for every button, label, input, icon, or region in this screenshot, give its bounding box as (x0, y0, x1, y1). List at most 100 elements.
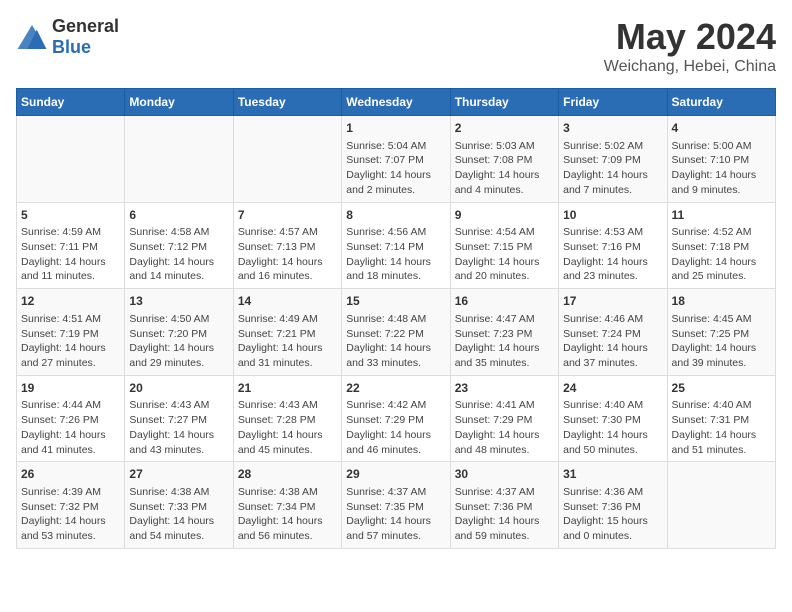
calendar-cell (667, 462, 775, 549)
calendar-cell: 2 Sunrise: 5:03 AMSunset: 7:08 PMDaylight… (450, 116, 558, 203)
header-thursday: Thursday (450, 89, 558, 116)
calendar-cell: 15Sunrise: 4:48 AMSunset: 7:22 PMDayligh… (342, 289, 450, 376)
calendar-cell: 22Sunrise: 4:42 AMSunset: 7:29 PMDayligh… (342, 375, 450, 462)
day-number: 31 (563, 466, 662, 483)
day-info: Sunrise: 4:41 AMSunset: 7:29 PMDaylight:… (455, 398, 554, 457)
day-info: Sunrise: 4:40 AMSunset: 7:30 PMDaylight:… (563, 398, 662, 457)
day-info: Sunrise: 4:43 AMSunset: 7:27 PMDaylight:… (129, 398, 228, 457)
calendar-cell: 23Sunrise: 4:41 AMSunset: 7:29 PMDayligh… (450, 375, 558, 462)
calendar-cell: 7Sunrise: 4:57 AMSunset: 7:13 PMDaylight… (233, 202, 341, 289)
logo-text: General Blue (52, 16, 119, 58)
day-number: 13 (129, 293, 228, 310)
day-number: 16 (455, 293, 554, 310)
day-number: 4 (672, 120, 771, 137)
subtitle: Weichang, Hebei, China (604, 58, 776, 76)
calendar-cell: 29 Sunrise: 4:37 AMSunset: 7:35 PMDayligh… (342, 462, 450, 549)
calendar-cell: 30 Sunrise: 4:37 AMSunset: 7:36 PMDayligh… (450, 462, 558, 549)
logo-blue: Blue (52, 37, 91, 57)
day-number: 2 (455, 120, 554, 137)
day-number: 8 (346, 207, 445, 224)
day-number: 23 (455, 380, 554, 397)
day-info: Sunrise: 4:37 AMSunset: 7:35 PMDaylight:… (346, 485, 445, 544)
calendar-header: SundayMondayTuesdayWednesdayThursdayFrid… (17, 89, 776, 116)
calendar-cell: 26Sunrise: 4:39 AMSunset: 7:32 PMDayligh… (17, 462, 125, 549)
day-info: Sunrise: 4:40 AMSunset: 7:31 PMDaylight:… (672, 398, 771, 457)
day-number: 20 (129, 380, 228, 397)
day-info: Sunrise: 4:43 AMSunset: 7:28 PMDaylight:… (238, 398, 337, 457)
day-number: 18 (672, 293, 771, 310)
calendar-cell: 25Sunrise: 4:40 AMSunset: 7:31 PMDayligh… (667, 375, 775, 462)
day-info: Sunrise: 5:04 AMSunset: 7:07 PMDaylight:… (346, 139, 445, 198)
week-row-5: 26Sunrise: 4:39 AMSunset: 7:32 PMDayligh… (17, 462, 776, 549)
header-friday: Friday (559, 89, 667, 116)
day-number: 28 (238, 466, 337, 483)
calendar-cell: 9Sunrise: 4:54 AMSunset: 7:15 PMDaylight… (450, 202, 558, 289)
day-info: Sunrise: 4:38 AMSunset: 7:34 PMDaylight:… (238, 485, 337, 544)
day-info: Sunrise: 4:58 AMSunset: 7:12 PMDaylight:… (129, 225, 228, 284)
day-number: 30 (455, 466, 554, 483)
day-number: 6 (129, 207, 228, 224)
day-number: 15 (346, 293, 445, 310)
header-area: General Blue May 2024 Weichang, Hebei, C… (16, 16, 776, 76)
calendar-cell: 18 Sunrise: 4:45 AMSunset: 7:25 PMDayligh… (667, 289, 775, 376)
day-info: Sunrise: 4:51 AMSunset: 7:19 PMDaylight:… (21, 312, 120, 371)
calendar-cell: 10Sunrise: 4:53 AMSunset: 7:16 PMDayligh… (559, 202, 667, 289)
day-number: 10 (563, 207, 662, 224)
day-number: 29 (346, 466, 445, 483)
day-info: Sunrise: 4:52 AMSunset: 7:18 PMDaylight:… (672, 225, 771, 284)
day-number: 22 (346, 380, 445, 397)
day-info: Sunrise: 4:57 AMSunset: 7:13 PMDaylight:… (238, 225, 337, 284)
day-info: Sunrise: 4:39 AMSunset: 7:32 PMDaylight:… (21, 485, 120, 544)
day-info: Sunrise: 4:56 AMSunset: 7:14 PMDaylight:… (346, 225, 445, 284)
calendar-cell: 16 Sunrise: 4:47 AMSunset: 7:23 PMDayligh… (450, 289, 558, 376)
logo-icon (16, 23, 48, 51)
header-tuesday: Tuesday (233, 89, 341, 116)
week-row-4: 19Sunrise: 4:44 AMSunset: 7:26 PMDayligh… (17, 375, 776, 462)
calendar-cell: 4 Sunrise: 5:00 AMSunset: 7:10 PMDaylight… (667, 116, 775, 203)
day-info: Sunrise: 4:49 AMSunset: 7:21 PMDaylight:… (238, 312, 337, 371)
day-number: 14 (238, 293, 337, 310)
header-saturday: Saturday (667, 89, 775, 116)
day-info: Sunrise: 4:54 AMSunset: 7:15 PMDaylight:… (455, 225, 554, 284)
header-monday: Monday (125, 89, 233, 116)
day-info: Sunrise: 5:03 AMSunset: 7:08 PMDaylight:… (455, 139, 554, 198)
day-info: Sunrise: 5:00 AMSunset: 7:10 PMDaylight:… (672, 139, 771, 198)
day-info: Sunrise: 4:44 AMSunset: 7:26 PMDaylight:… (21, 398, 120, 457)
calendar-cell: 1Sunrise: 5:04 AMSunset: 7:07 PMDaylight… (342, 116, 450, 203)
day-info: Sunrise: 4:47 AMSunset: 7:23 PMDaylight:… (455, 312, 554, 371)
logo-general: General (52, 16, 119, 36)
day-number: 19 (21, 380, 120, 397)
day-number: 27 (129, 466, 228, 483)
calendar-cell: 20Sunrise: 4:43 AMSunset: 7:27 PMDayligh… (125, 375, 233, 462)
day-info: Sunrise: 4:59 AMSunset: 7:11 PMDaylight:… (21, 225, 120, 284)
calendar-cell: 3 Sunrise: 5:02 AMSunset: 7:09 PMDaylight… (559, 116, 667, 203)
day-info: Sunrise: 4:42 AMSunset: 7:29 PMDaylight:… (346, 398, 445, 457)
day-number: 9 (455, 207, 554, 224)
calendar-cell (125, 116, 233, 203)
day-number: 5 (21, 207, 120, 224)
calendar-cell: 8Sunrise: 4:56 AMSunset: 7:14 PMDaylight… (342, 202, 450, 289)
day-number: 24 (563, 380, 662, 397)
calendar-cell: 12 Sunrise: 4:51 AMSunset: 7:19 PMDayligh… (17, 289, 125, 376)
calendar-cell: 19Sunrise: 4:44 AMSunset: 7:26 PMDayligh… (17, 375, 125, 462)
day-info: Sunrise: 4:45 AMSunset: 7:25 PMDaylight:… (672, 312, 771, 371)
day-info: Sunrise: 5:02 AMSunset: 7:09 PMDaylight:… (563, 139, 662, 198)
day-number: 17 (563, 293, 662, 310)
day-number: 7 (238, 207, 337, 224)
calendar-cell: 24Sunrise: 4:40 AMSunset: 7:30 PMDayligh… (559, 375, 667, 462)
calendar-cell: 5Sunrise: 4:59 AMSunset: 7:11 PMDaylight… (17, 202, 125, 289)
day-number: 12 (21, 293, 120, 310)
calendar-cell: 11Sunrise: 4:52 AMSunset: 7:18 PMDayligh… (667, 202, 775, 289)
calendar-cell: 21Sunrise: 4:43 AMSunset: 7:28 PMDayligh… (233, 375, 341, 462)
day-number: 25 (672, 380, 771, 397)
day-info: Sunrise: 4:53 AMSunset: 7:16 PMDaylight:… (563, 225, 662, 284)
day-info: Sunrise: 4:50 AMSunset: 7:20 PMDaylight:… (129, 312, 228, 371)
calendar-cell (233, 116, 341, 203)
main-title: May 2024 (604, 16, 776, 58)
calendar-cell: 31 Sunrise: 4:36 AMSunset: 7:36 PMDayligh… (559, 462, 667, 549)
day-info: Sunrise: 4:46 AMSunset: 7:24 PMDaylight:… (563, 312, 662, 371)
day-info: Sunrise: 4:36 AMSunset: 7:36 PMDaylight:… (563, 485, 662, 544)
day-info: Sunrise: 4:37 AMSunset: 7:36 PMDaylight:… (455, 485, 554, 544)
calendar-cell: 6Sunrise: 4:58 AMSunset: 7:12 PMDaylight… (125, 202, 233, 289)
day-number: 3 (563, 120, 662, 137)
